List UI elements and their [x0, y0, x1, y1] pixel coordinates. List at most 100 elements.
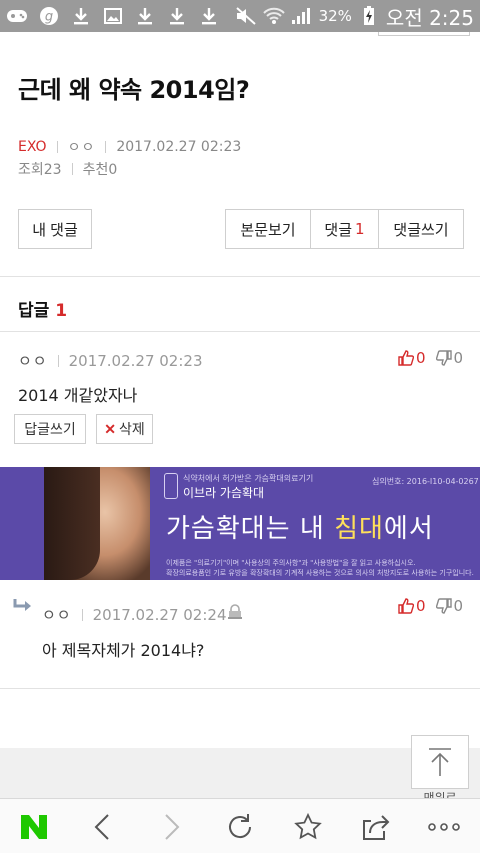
comment-votes: 0 0: [398, 349, 463, 367]
divider: [57, 354, 59, 367]
post-recommend: 추천0: [82, 162, 118, 178]
refresh-button[interactable]: [220, 807, 260, 847]
delete-label: 삭제: [118, 421, 145, 437]
ad-serial: 심의번호: 2016-I10-04-0267: [372, 477, 479, 486]
ad-headline-part3: 에서: [383, 514, 434, 544]
comments-button[interactable]: 댓글 1: [311, 210, 379, 248]
brand-logo-icon: [164, 473, 178, 499]
downvote-count: 0: [453, 597, 464, 615]
thumbs-down-icon: [435, 598, 452, 614]
naver-home-button[interactable]: [14, 807, 54, 847]
more-options-button[interactable]: [424, 807, 464, 847]
post-meta: EXO ㅇㅇ 2017.02.27 02:23: [18, 137, 241, 157]
mute-icon: [235, 5, 257, 27]
scroll-top-button[interactable]: [411, 735, 469, 789]
comments-count: 1: [355, 220, 365, 238]
write-reply-button[interactable]: 답글쓰기: [14, 414, 86, 444]
ad-headline-part1: 가슴확대는 내: [166, 514, 335, 544]
thumbs-up-icon: [398, 350, 414, 366]
thumbs-down-icon: [435, 350, 452, 366]
lock-icon: [228, 604, 242, 619]
comments-label: 댓글: [324, 220, 353, 239]
upvote-button[interactable]: 0: [398, 597, 426, 615]
post-views: 조회23: [18, 162, 62, 178]
ad-brand: 이브라 가슴확대: [183, 486, 265, 500]
comment-meta: ㅇㅇ 2017.02.27 02:23: [18, 350, 203, 371]
signal-icon: [291, 5, 313, 27]
my-comments-button[interactable]: 내 댓글: [18, 209, 92, 249]
post-author: ㅇㅇ: [67, 140, 96, 156]
top-edge-button[interactable]: [378, 32, 470, 36]
download-icon: [198, 5, 220, 27]
thumbs-up-icon: [398, 598, 414, 614]
post-category[interactable]: EXO: [18, 139, 47, 155]
comment-author: ㅇㅇ: [18, 352, 48, 370]
delete-button[interactable]: ✕ 삭제: [96, 414, 153, 444]
divider: [0, 688, 480, 689]
ad-headline-highlight: 침대: [334, 514, 384, 544]
ad-fine-print: 확장의료용품인 기로 유방을 확장확대의 기계적 사용하는 것으로 의사의 처방…: [166, 569, 474, 577]
upvote-button[interactable]: 0: [398, 349, 426, 367]
downvote-button[interactable]: 0: [435, 349, 464, 367]
bookmark-button[interactable]: [288, 807, 328, 847]
comment-votes: 0 0: [398, 597, 463, 615]
comment-meta: ㅇㅇ 2017.02.27 02:24: [42, 604, 227, 625]
download-icon: [166, 5, 188, 27]
post-title: 근데 왜 약속 2014임?: [18, 76, 250, 104]
post-action-group: 본문보기 댓글 1 댓글쓰기: [225, 209, 464, 249]
forward-button[interactable]: [152, 807, 192, 847]
download-icon: [70, 5, 92, 27]
post-stats: 조회23 추천0: [18, 159, 117, 179]
share-icon: [363, 815, 390, 840]
naver-logo-icon: [21, 815, 47, 839]
divider: [0, 276, 480, 277]
comment-author: ㅇㅇ: [42, 606, 72, 624]
arrow-up-icon: [429, 748, 451, 776]
battery-charging-icon: [358, 5, 380, 27]
ad-banner[interactable]: 식약처에서 허가받은 가슴확대의료기기 이브라 가슴확대 심의번호: 2016-…: [0, 467, 480, 580]
download-icon: [134, 5, 156, 27]
chevron-left-icon: [94, 814, 109, 840]
refresh-icon: [229, 814, 252, 839]
upvote-count: 0: [416, 349, 426, 367]
downvote-button[interactable]: 0: [435, 597, 464, 615]
ad-small-text: 식약처에서 허가받은 가슴확대의료기기: [183, 474, 314, 483]
ad-model-hair: [44, 467, 100, 580]
view-post-button[interactable]: 본문보기: [226, 210, 311, 248]
divider: [71, 163, 73, 175]
reply-arrow-icon: [13, 599, 31, 611]
replies-count: 1: [55, 301, 68, 321]
comment-body: 2014 개같았자나: [18, 386, 138, 405]
browser-toolbar: [0, 798, 480, 853]
divider: [105, 141, 107, 153]
upvote-count: 0: [416, 597, 426, 615]
back-button[interactable]: [82, 807, 122, 847]
comment-datetime: 2017.02.27 02:24: [92, 605, 227, 624]
divider: [56, 141, 58, 153]
write-comment-button[interactable]: 댓글쓰기: [379, 210, 463, 248]
close-icon: ✕: [104, 420, 116, 437]
status-bar: g 32% 오전 2:25: [0, 0, 480, 32]
downvote-count: 0: [453, 349, 464, 367]
ad-fine-print: 이제품은 "의료기기"이며 "사용상의 주의사항"과 "사용방법"을 잘 읽고 …: [166, 559, 416, 567]
share-button[interactable]: [356, 807, 396, 847]
page-footer-area: [0, 748, 480, 798]
comment-datetime: 2017.02.27 02:23: [68, 351, 203, 370]
chevron-right-icon: [165, 814, 180, 840]
g-app-icon: g: [38, 5, 60, 27]
more-dots-icon: [428, 823, 460, 831]
replies-label: 답글: [18, 301, 50, 321]
divider: [81, 608, 83, 621]
svg-text:g: g: [45, 10, 53, 25]
ad-headline: 가슴확대는 내 침대에서: [166, 508, 434, 545]
battery-percent: 32%: [318, 7, 352, 25]
star-icon: [294, 813, 322, 840]
clock: 오전 2:25: [385, 5, 474, 30]
post-datetime: 2017.02.27 02:23: [116, 139, 242, 155]
divider: [0, 331, 480, 332]
comment-body: 아 제목자체가 2014냐?: [42, 641, 205, 660]
replies-header: 답글 1: [18, 296, 67, 321]
game-controller-icon: [6, 5, 28, 27]
image-icon: [102, 5, 124, 27]
wifi-icon: [262, 5, 285, 27]
